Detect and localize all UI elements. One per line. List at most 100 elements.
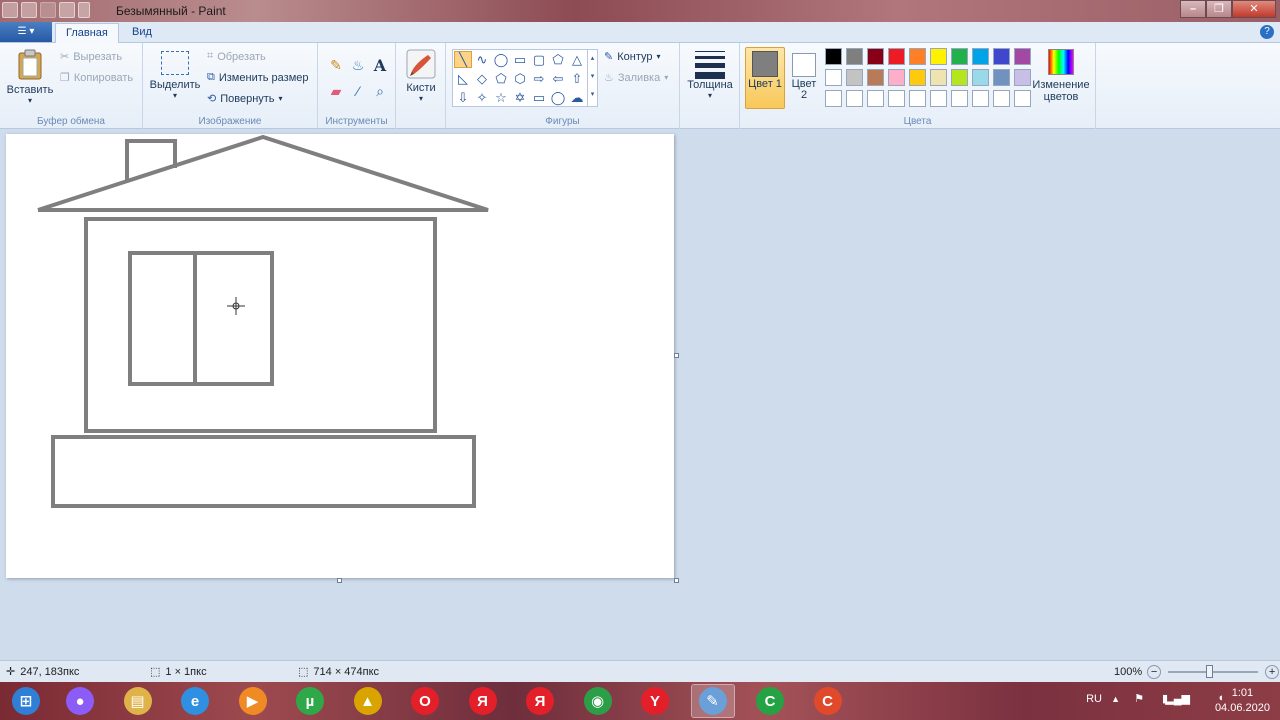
resize-button[interactable]: ⧉ Изменить размер [207,71,309,84]
taskbar-yandex-app-2[interactable]: Я [518,684,562,718]
palette-swatch[interactable] [867,48,884,65]
polygon-shape-icon[interactable]: ⬠ [549,51,567,68]
palette-swatch[interactable] [951,69,968,86]
redo-icon[interactable] [40,2,56,18]
drawing-canvas[interactable] [6,134,674,578]
resize-handle-bottom[interactable] [337,578,342,583]
taskbar-camtasia-red[interactable]: C [806,684,850,718]
pentagon-shape-icon[interactable]: ⬠ [492,70,510,87]
palette-swatch[interactable] [972,69,989,86]
up-arrow-shape-icon[interactable]: ⇧ [568,70,586,87]
language-indicator[interactable]: RU [1086,693,1102,705]
paste-button[interactable]: Вставить ▾ [4,49,56,105]
taskbar-start-button[interactable]: ⊞ [4,684,48,718]
rectangle-shape-icon[interactable]: ▭ [511,51,529,68]
undo-icon[interactable] [21,2,37,18]
palette-swatch[interactable] [825,48,842,65]
help-icon[interactable]: ? [1260,25,1274,39]
crop-button[interactable]: ⌗ Обрезать [207,50,266,63]
paint-app-icon[interactable] [2,2,18,18]
fill-bucket-icon[interactable]: ♨ [348,55,368,75]
palette-swatch[interactable] [993,69,1010,86]
taskbar-utorrent[interactable]: µ [288,684,332,718]
paste-dropdown-icon[interactable]: ▾ [4,96,56,105]
fill-button[interactable]: ♨ Заливка ▾ [604,71,668,85]
curve-shape-icon[interactable]: ∿ [473,51,491,68]
zoom-slider-thumb[interactable] [1206,665,1214,678]
palette-swatch[interactable] [951,48,968,65]
tab-home[interactable]: Главная [55,23,119,43]
tab-view[interactable]: Вид [122,23,162,43]
taskbar-app-triangle[interactable]: ▲ [346,684,390,718]
six-point-star-shape-icon[interactable]: ✡ [511,89,529,106]
customize-qat-icon[interactable] [78,2,90,18]
taskbar-paint[interactable]: ✎ [690,684,735,718]
taskbar-opera[interactable]: O [403,684,447,718]
palette-swatch[interactable] [888,48,905,65]
save-icon[interactable] [59,2,75,18]
oval-shape-icon[interactable]: ◯ [492,51,510,68]
taskbar-chrome[interactable]: ◉ [576,684,620,718]
color-picker-icon[interactable]: ⁄ [348,81,368,101]
four-point-star-shape-icon[interactable]: ✧ [473,89,491,106]
cloud-callout-shape-icon[interactable]: ☁ [568,89,586,106]
text-tool-icon[interactable]: A [370,55,390,75]
zoom-out-button[interactable]: − [1147,665,1162,679]
hexagon-shape-icon[interactable]: ⬡ [511,70,529,87]
shapes-scroll[interactable]: ▴ ▾ ▾ [587,50,597,106]
five-point-star-shape-icon[interactable]: ☆ [492,89,510,106]
palette-swatch[interactable] [825,69,842,86]
action-center-flag-icon[interactable]: ⚑ [1134,692,1144,705]
maximize-button[interactable]: ❐ [1206,0,1232,18]
palette-swatch[interactable] [993,48,1010,65]
edit-colors-button[interactable]: Изменение цветов [1030,49,1092,103]
brushes-button[interactable]: Кисти ▾ [400,49,442,103]
magnifier-icon[interactable]: ⌕ [370,81,390,101]
select-button[interactable]: Выделить ▾ [149,51,201,100]
palette-swatch[interactable] [888,90,905,107]
palette-swatch[interactable] [930,69,947,86]
right-triangle-shape-icon[interactable]: ◺ [454,70,472,87]
palette-swatch[interactable] [846,48,863,65]
size-button[interactable]: Толщина ▾ [684,49,736,100]
oval-callout-shape-icon[interactable]: ◯ [549,89,567,106]
palette-swatch[interactable] [1014,69,1031,86]
palette-swatch[interactable] [972,48,989,65]
palette-swatch[interactable] [993,90,1010,107]
zoom-in-button[interactable]: + [1265,665,1280,679]
color2-button[interactable]: Цвет 2 [788,47,820,109]
left-arrow-shape-icon[interactable]: ⇦ [549,70,567,87]
brushes-dropdown-icon[interactable]: ▾ [400,94,442,103]
cut-button[interactable]: ✂ Вырезать [60,50,122,64]
taskbar-yandex-browser[interactable]: Y [633,684,677,718]
network-signal-icon[interactable]: ▂▄▆ [1165,692,1190,705]
palette-swatch[interactable] [909,69,926,86]
show-hidden-icons-icon[interactable]: ▲ [1111,694,1120,704]
taskbar-yandex-app-1[interactable]: Я [461,684,505,718]
palette-swatch[interactable] [825,90,842,107]
palette-swatch[interactable] [867,90,884,107]
palette-swatch[interactable] [930,48,947,65]
palette-swatch[interactable] [909,48,926,65]
right-arrow-shape-icon[interactable]: ⇨ [530,70,548,87]
palette-swatch[interactable] [846,69,863,86]
resize-handle-right[interactable] [674,353,679,358]
diamond-shape-icon[interactable]: ◇ [473,70,491,87]
eraser-icon[interactable]: ▰ [326,81,346,101]
paint-menu-button[interactable]: ☰ ▾ [0,22,52,42]
palette-swatch[interactable] [867,69,884,86]
palette-swatch[interactable] [1014,48,1031,65]
minimize-button[interactable]: – [1180,0,1206,18]
palette-swatch[interactable] [951,90,968,107]
palette-swatch[interactable] [888,69,905,86]
close-button[interactable]: ✕ [1232,0,1276,18]
pencil-icon[interactable]: ✎ [326,55,346,75]
taskbar-alice-app[interactable]: ● [58,684,102,718]
select-dropdown-icon[interactable]: ▾ [149,91,201,100]
palette-swatch[interactable] [846,90,863,107]
palette-swatch[interactable] [930,90,947,107]
copy-button[interactable]: ❐ Копировать [60,71,133,85]
clock[interactable]: 1:01 04.06.2020 [1215,686,1270,716]
palette-swatch[interactable] [909,90,926,107]
zoom-slider[interactable] [1168,665,1259,678]
